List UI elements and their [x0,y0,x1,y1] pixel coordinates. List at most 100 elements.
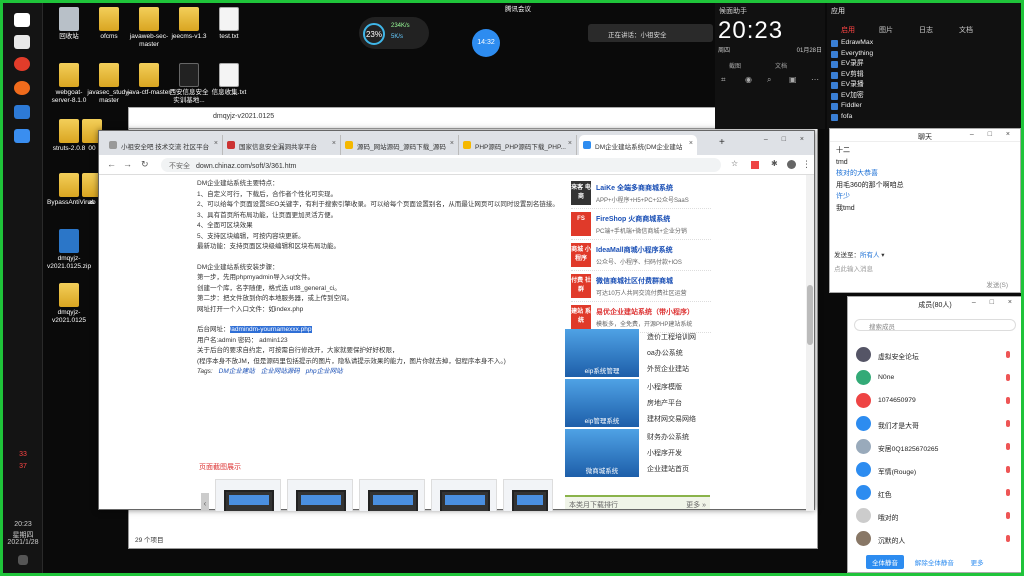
app-tab[interactable]: 日志 [919,25,933,35]
mic-muted-icon[interactable] [1006,489,1010,496]
app-item[interactable]: EV加密 [831,91,873,102]
ad-item[interactable]: 来客 电商 LaiKe 全端多商商城系统 APP+小程序+H5+PC+公众号SaaS [571,179,711,209]
chrome-icon[interactable] [14,57,30,71]
forward-icon[interactable]: → [123,159,132,169]
mic-muted-icon[interactable] [1006,466,1010,473]
notification-icon[interactable] [18,555,28,565]
desktop-icon-folder[interactable]: javasec_study-master [87,63,131,105]
desktop-icon-folder[interactable]: jeecms-v1.3 [167,7,211,41]
unmute-all-button[interactable]: 解除全体静音 [908,555,960,569]
app-item[interactable]: Fiddler [831,101,873,112]
crop-icon[interactable]: ⌗ [721,75,726,85]
app-item[interactable]: Everything [831,49,873,60]
mic-muted-icon[interactable] [1006,443,1010,450]
meeting-app-icon[interactable] [14,129,30,143]
desktop-icon-folder[interactable]: javaweb-sec-master [127,7,171,49]
image-icon[interactable]: ▣ [789,75,797,84]
firefox-icon[interactable] [14,81,30,95]
page-scrollbar[interactable] [806,175,814,511]
menu-kebab-icon[interactable]: ⋮ [802,159,811,170]
related-thumb[interactable]: eip系统管理 [565,329,639,377]
app-tab[interactable]: 图片 [879,25,893,35]
chat-window-controls[interactable]: – □ × [970,131,1016,138]
screenshot-thumb[interactable] [503,479,553,511]
mic-muted-icon[interactable] [1006,351,1010,358]
vscode-icon[interactable] [14,105,30,119]
more-icon[interactable]: ⋯ [811,75,819,84]
related-link[interactable]: 建材网交易网络 [647,412,696,428]
tag-link[interactable]: DM企业建站 [219,368,255,375]
clock-tool[interactable]: 截图 [729,61,741,70]
mic-muted-icon[interactable] [1006,420,1010,427]
more-button[interactable]: 更多 [964,555,990,569]
mic-muted-icon[interactable] [1006,512,1010,519]
related-link[interactable]: 外贸企业建站 [647,362,696,378]
clock-tool[interactable]: 文档 [775,61,787,70]
bookmark-star-icon[interactable]: ☆ [731,159,738,168]
search-icon[interactable]: ⌕ [767,75,771,85]
app-item[interactable]: EV录播 [831,80,873,91]
meeting-timer[interactable]: 14:32 [472,29,500,57]
close-tab-icon[interactable]: × [450,140,454,147]
member-search-input[interactable]: 搜索成员 [854,319,1016,331]
app-item[interactable]: fofa [831,112,873,123]
screenshot-thumb[interactable] [359,479,425,511]
related-link[interactable]: 房地产平台 [647,396,696,412]
tray-time[interactable]: 20:23 [6,521,40,528]
tag-link[interactable]: 企业网站源码 [261,368,300,375]
app-item[interactable]: EdrawMax [831,38,873,49]
browser-tab[interactable]: 小祖安全吧 技术交流 社区平台 × [105,135,223,155]
app-item[interactable]: EV录屏 [831,59,873,70]
eye-icon[interactable]: ◉ [745,75,752,84]
close-tab-icon[interactable]: × [214,140,218,147]
screenshot-thumb[interactable] [287,479,353,511]
desktop-icon-file[interactable]: 信息收集.txt [207,63,251,97]
browser-tab-active[interactable]: DM企业建站系统(DM企业建站 × [579,135,697,155]
extension-icon[interactable] [751,161,759,169]
carousel-prev-icon[interactable]: ‹ [201,493,209,511]
app-item[interactable]: EV剪辑 [831,70,873,81]
related-link[interactable]: 财务办公系统 [647,430,689,446]
task-view-icon[interactable] [14,35,30,49]
screenshot-thumb[interactable] [431,479,497,511]
related-link[interactable]: 造价工程培训网 [647,330,696,346]
members-window-controls[interactable]: – □ × [972,299,1018,306]
ad-item[interactable]: 付费 社群 微信商城社区付费群商城 可达10万人共同交流付费社区运营 [571,272,711,302]
related-link[interactable]: 企业建站首页 [647,462,689,478]
desktop-icon-recycle-bin[interactable]: 回收站 [47,7,91,41]
app-tab[interactable]: 文档 [959,25,973,35]
screenshot-thumb[interactable] [215,479,281,511]
send-button[interactable]: 发送(S) [986,279,1008,289]
related-link[interactable]: oa办公系统 [647,346,696,362]
start-icon[interactable] [14,13,30,27]
close-tab-icon[interactable]: × [689,140,693,147]
scroll-thumb[interactable] [807,285,813,345]
app-tab[interactable]: 启用 [841,25,855,35]
desktop-icon-zip[interactable]: dmqyjz-v2021.0125.zip [47,229,91,271]
mute-all-button[interactable]: 全体静音 [866,555,904,569]
reload-icon[interactable]: ↻ [141,159,149,170]
meeting-indicator[interactable]: 腾讯会议 [491,3,545,13]
desktop-icon-folder[interactable]: dmqyjz-v2021.0125 [47,283,91,325]
send-to-dropdown[interactable]: 所有人 [860,252,880,259]
back-icon[interactable]: ← [107,159,116,169]
related-link[interactable]: 小程序开发 [647,446,689,462]
desktop-icon-folder[interactable]: java-ctf-master [127,63,171,97]
browser-window-controls[interactable]: – □ × [764,136,810,143]
browser-tab[interactable]: 源码_网站源码_源码下载_源码 × [341,135,459,155]
chat-input[interactable]: 点此输入消息 [834,263,873,273]
related-thumb[interactable]: 微商城系统 [565,429,639,477]
tag-link[interactable]: php企业网站 [306,368,343,375]
ad-item[interactable]: FS FireShop 火商商城系统 PC端+手机端+微信商城+企业分销 [571,210,711,240]
ad-item[interactable]: 商城 小程序 IdeaMall商城小程序系统 公众号、小程序、扫码付款+IOS [571,241,711,271]
desktop-icon-file[interactable]: test.txt [207,7,251,41]
new-tab-button[interactable]: + [703,135,725,155]
related-thumb[interactable]: eip管理系统 [565,379,639,427]
desktop-icon-file[interactable]: 西安信息安全实训基地... [167,63,211,105]
url-field[interactable]: 不安全 down.chinaz.com/soft/3/361.htm [161,158,721,172]
close-tab-icon[interactable]: × [332,140,336,147]
extensions-puzzle-icon[interactable]: ✱ [771,159,778,168]
profile-avatar-icon[interactable] [787,160,796,169]
desktop-icon-folder[interactable]: ofcms [87,7,131,41]
desktop-icon-folder[interactable]: webgoat-server-8.1.0 [47,63,91,105]
